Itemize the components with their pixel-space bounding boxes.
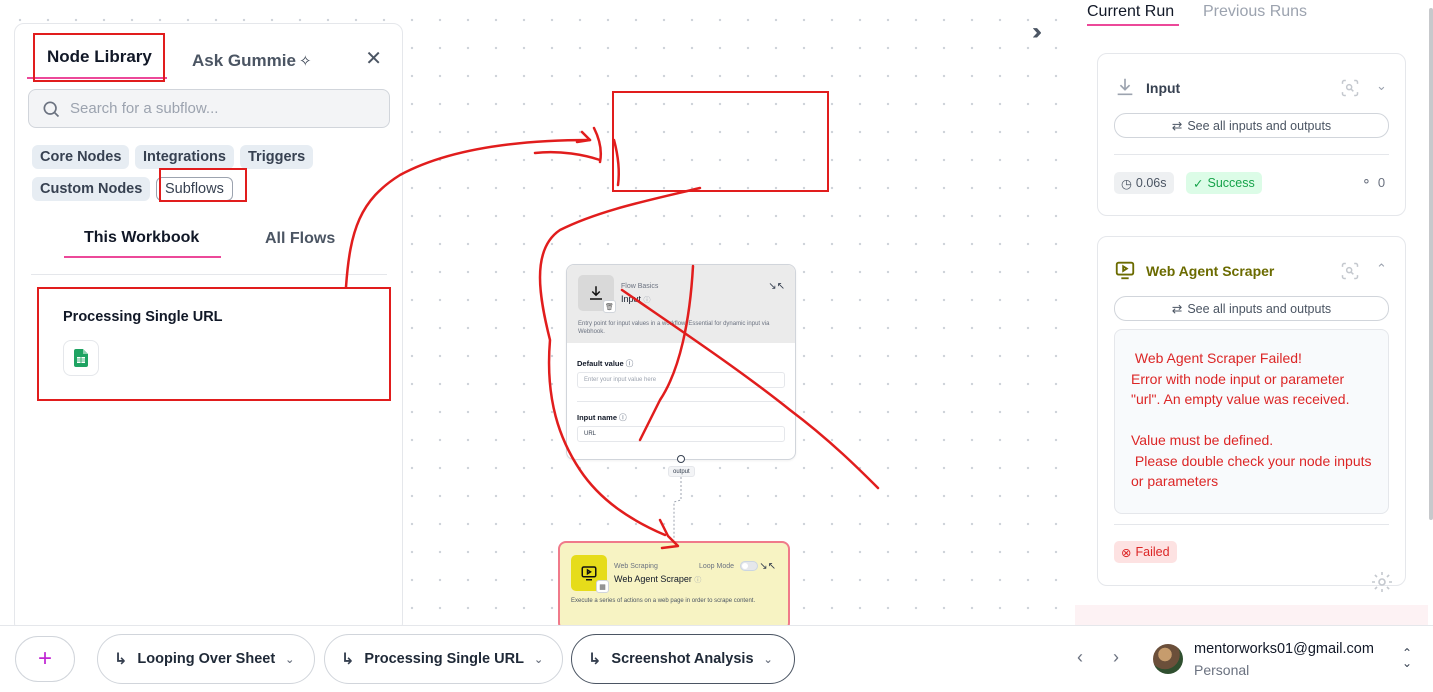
credits-count: ⚬ 0 bbox=[1361, 174, 1386, 190]
chip-core-nodes[interactable]: Core Nodes bbox=[32, 145, 130, 169]
node-library-panel: Node Library Ask Gummie✧ ✕ Core Nodes In… bbox=[14, 23, 403, 633]
tab-all-flows[interactable]: All Flows bbox=[265, 230, 335, 248]
active-tab-indicator bbox=[27, 77, 167, 79]
subflow-arrow-icon: ↳ bbox=[114, 651, 128, 668]
duration-badge: ◷ 0.06s bbox=[1114, 172, 1174, 194]
expand-panel-icon[interactable]: ›› bbox=[1032, 18, 1042, 46]
gear-icon[interactable] bbox=[1370, 570, 1394, 594]
active-subtab-indicator bbox=[64, 256, 221, 258]
account-switch-icon[interactable]: ⌃ ⌄ bbox=[1402, 647, 1412, 669]
search-icon bbox=[43, 101, 60, 117]
bottom-bar: + ↳ Looping Over Sheet ⌄ ↳ Processing Singl… bbox=[0, 625, 1433, 692]
status-badge: ⊗ Failed bbox=[1114, 541, 1177, 563]
node-badge-icon: ▦ bbox=[596, 580, 609, 593]
flow-tab-screenshot-analysis[interactable]: ↳ Screenshot Analysis ⌄ bbox=[571, 634, 795, 684]
subflow-arrow-icon: ↳ bbox=[588, 651, 602, 668]
coins-icon: ⚬ bbox=[1361, 174, 1372, 189]
subflow-item-title[interactable]: Processing Single URL bbox=[63, 309, 223, 325]
see-all-io-button[interactable]: ⇄ See all inputs and outputs bbox=[1114, 113, 1389, 138]
clock-icon: ◷ bbox=[1121, 176, 1132, 191]
tab-ask-gummie[interactable]: Ask Gummie ✧ bbox=[192, 51, 312, 71]
download-icon bbox=[1117, 78, 1133, 96]
chevron-right-icon[interactable]: › bbox=[1113, 647, 1119, 668]
user-email: mentorworks01@gmail.com bbox=[1194, 641, 1374, 657]
chip-custom-nodes[interactable]: Custom Nodes bbox=[32, 177, 151, 201]
web-agent-scraper-node[interactable]: ▦ Web Scraping Web Agent Scraper ⓘ Loop … bbox=[558, 541, 790, 631]
tab-previous-runs[interactable]: Previous Runs bbox=[1203, 3, 1307, 21]
chevron-left-icon[interactable]: ‹ bbox=[1077, 647, 1083, 668]
search-input[interactable] bbox=[70, 100, 370, 117]
chip-triggers[interactable]: Triggers bbox=[240, 145, 314, 169]
x-circle-icon: ⊗ bbox=[1121, 545, 1132, 560]
close-icon[interactable]: ✕ bbox=[365, 46, 382, 71]
sparkle-icon: ✧ bbox=[298, 53, 312, 70]
loop-mode-label: Loop Mode bbox=[699, 563, 735, 570]
chevron-down-icon: ⌄ bbox=[763, 653, 773, 666]
tab-current-run[interactable]: Current Run bbox=[1087, 3, 1174, 21]
run-card-web-agent-scraper: Web Agent Scraper ⌃ ⇄ See all inputs and … bbox=[1097, 236, 1406, 586]
scan-search-icon[interactable] bbox=[1340, 261, 1360, 281]
add-flow-button[interactable]: + bbox=[15, 636, 75, 682]
tab-this-workbook[interactable]: This Workbook bbox=[84, 229, 199, 247]
chevron-up-icon[interactable]: ⌃ bbox=[1376, 261, 1387, 277]
help-icon: ⓘ bbox=[694, 577, 702, 584]
google-sheets-icon[interactable] bbox=[63, 340, 99, 376]
loop-mode-toggle[interactable] bbox=[740, 561, 758, 571]
divider bbox=[1114, 154, 1389, 155]
scraper-node-category: Web Scraping bbox=[614, 563, 658, 570]
scrollbar[interactable] bbox=[1429, 8, 1433, 520]
scraper-node-name: Web Agent Scraper ⓘ bbox=[614, 574, 702, 584]
subflow-arrow-icon: ↳ bbox=[341, 651, 355, 668]
divider bbox=[1114, 524, 1389, 525]
plus-icon: + bbox=[37, 645, 52, 672]
chevron-down-icon: ⌄ bbox=[285, 653, 295, 666]
chip-integrations[interactable]: Integrations bbox=[135, 145, 234, 169]
user-plan: Personal bbox=[1194, 662, 1250, 678]
monitor-play-icon bbox=[1115, 261, 1135, 280]
run-card-title: Input bbox=[1146, 80, 1181, 96]
run-card-title: Web Agent Scraper bbox=[1146, 263, 1275, 279]
run-card-input: Input ⌄ ⇄ See all inputs and outputs ◷ 0.0… bbox=[1097, 53, 1406, 216]
scan-search-icon[interactable] bbox=[1340, 78, 1360, 98]
divider bbox=[31, 274, 387, 275]
see-all-io-button[interactable]: ⇄ See all inputs and outputs bbox=[1114, 296, 1389, 321]
chip-subflows[interactable]: Subflows bbox=[156, 177, 233, 201]
search-box[interactable] bbox=[28, 89, 390, 128]
library-tabs: Node Library Ask Gummie ✧ ✕ bbox=[15, 24, 402, 84]
swap-icon: ⇄ bbox=[1171, 119, 1183, 133]
tab-node-library[interactable]: Node Library bbox=[47, 47, 152, 67]
avatar[interactable] bbox=[1153, 644, 1183, 674]
chevron-down-icon[interactable]: ⌄ bbox=[1376, 78, 1387, 94]
panel-footer-strip bbox=[1075, 605, 1428, 625]
status-badge: ✓ Success bbox=[1186, 172, 1262, 194]
flow-tab-processing-single-url[interactable]: ↳ Processing Single URL ⌄ bbox=[324, 634, 563, 684]
check-icon: ✓ bbox=[1193, 176, 1204, 191]
run-panel: Current Run Previous Runs Input ⌄ ⇄ See a… bbox=[1075, 0, 1433, 625]
swap-icon: ⇄ bbox=[1171, 302, 1183, 316]
chevron-down-icon: ⌄ bbox=[533, 653, 544, 666]
active-tab-indicator bbox=[1087, 24, 1179, 26]
scraper-node-description: Execute a series of actions on a web pag… bbox=[571, 598, 756, 604]
error-message: Web Agent Scraper Failed! Error with nod… bbox=[1114, 329, 1389, 514]
flow-tab-looping-over-sheet[interactable]: ↳ Looping Over Sheet ⌄ bbox=[97, 634, 315, 684]
collapse-icon[interactable]: ↘↖ bbox=[759, 561, 776, 572]
